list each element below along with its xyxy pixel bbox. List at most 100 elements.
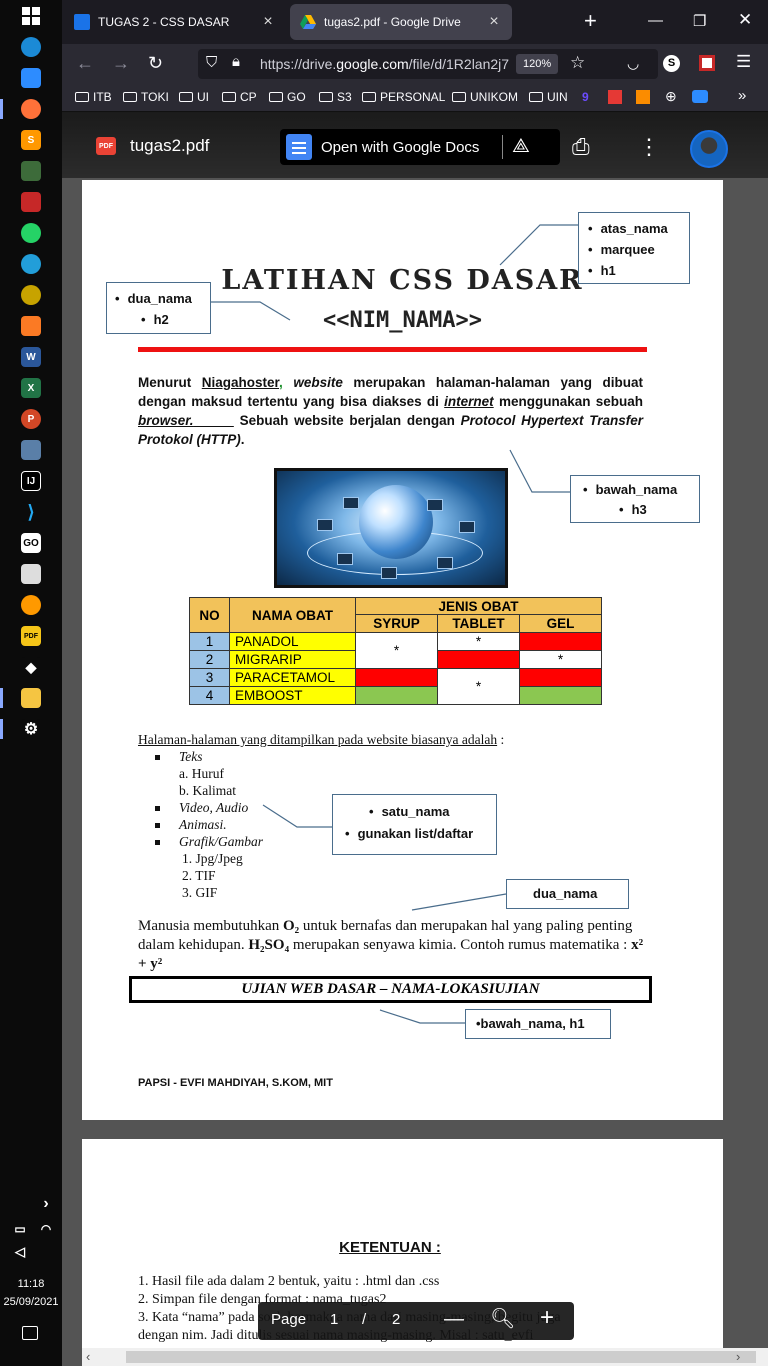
sublime-icon[interactable]: S (21, 130, 41, 150)
bookmark-home-icon[interactable] (608, 90, 622, 104)
bookmark-folder[interactable]: S3 (319, 90, 352, 104)
horizontal-scrollbar[interactable]: ‹ › (82, 1348, 768, 1366)
scrollbar-thumb[interactable] (126, 1351, 756, 1363)
bookmark-folder[interactable]: UIN (529, 90, 568, 104)
go-icon[interactable]: GO (21, 533, 41, 553)
more-options-icon[interactable]: ⋮ (638, 134, 660, 160)
print-icon[interactable]: ⎙ (572, 134, 590, 160)
shield-icon[interactable]: ⛉ (206, 54, 217, 71)
inkscape-icon[interactable]: ◆ (21, 657, 41, 677)
excel-icon[interactable]: X (21, 378, 41, 398)
user-avatar[interactable] (690, 130, 728, 168)
notification-icon[interactable] (22, 1326, 38, 1340)
add-to-drive-icon[interactable]: ⟁ (512, 135, 530, 158)
active-app-indicator (0, 99, 3, 119)
volume-icon[interactable]: ◁ (10, 1242, 30, 1262)
taskbar-time[interactable]: 11:18 (0, 1278, 62, 1290)
bookmark-star-icon[interactable]: ☆ (570, 53, 585, 73)
more-bookmarks-icon[interactable]: » (738, 87, 746, 104)
file-explorer-icon[interactable] (21, 688, 41, 708)
globe-icon[interactable]: ⊕ (665, 88, 677, 105)
chemistry-paragraph: Manusia membutuhkan O₂ untuk bernafas da… (138, 918, 644, 972)
pdf-app-icon[interactable]: PDF (21, 626, 41, 646)
cell-star: * (355, 632, 438, 669)
tab-google-drive[interactable]: tugas2.pdf - Google Drive × (290, 4, 512, 40)
callout-item: •bawah_nama, h1 (476, 1016, 585, 1031)
maximize-icon[interactable]: ❐ (693, 12, 706, 30)
folder-icon (269, 92, 283, 102)
close-tab-icon[interactable]: × (486, 13, 502, 31)
th-syrup: SYRUP (355, 614, 438, 633)
chevron-right-icon[interactable]: › (36, 1194, 56, 1214)
zoom-level[interactable]: 120% (516, 54, 559, 74)
bookmark-g-icon[interactable]: 9 (582, 90, 589, 104)
bookmark-app-icon[interactable] (636, 90, 650, 104)
tab-tugas2-css[interactable]: TUGAS 2 - CSS DASAR × (64, 4, 286, 40)
lock-icon[interactable]: 🔒︎ (232, 53, 240, 70)
cell-nama: PANADOL (229, 632, 356, 651)
windows-start-icon[interactable] (21, 6, 41, 26)
callout-item: marquee (588, 242, 655, 257)
bookmark-folder[interactable]: GO (269, 90, 306, 104)
camtasia-icon[interactable] (21, 161, 41, 181)
virtualbox-icon[interactable] (21, 440, 41, 460)
scroll-left-icon[interactable]: ‹ (86, 1349, 90, 1364)
word-icon[interactable]: W (21, 347, 41, 367)
url-text[interactable]: https://drive.google.com/file/d/1R2lan2j… (260, 56, 510, 72)
page-current[interactable]: 1 (330, 1311, 338, 1328)
th-tablet: TABLET (437, 614, 520, 633)
zoom-in-icon[interactable]: + (540, 1304, 554, 1332)
bookmark-folder[interactable]: UNIKOM (452, 90, 518, 104)
aws-icon[interactable] (21, 595, 41, 615)
bookmark-folder[interactable]: UI (179, 90, 209, 104)
scroll-right-icon[interactable]: › (736, 1349, 740, 1364)
telegram-icon[interactable] (21, 254, 41, 274)
minimize-icon[interactable]: — (648, 12, 663, 29)
new-tab-button[interactable]: + (584, 10, 597, 32)
bookmark-folder[interactable]: ITB (75, 90, 112, 104)
zoom-out-icon[interactable]: — (444, 1308, 464, 1331)
app-center-icon[interactable] (21, 564, 41, 584)
extension-icon[interactable] (699, 55, 715, 71)
callout-item: satu_nama (369, 804, 450, 819)
powerpoint-icon[interactable]: P (21, 409, 41, 429)
google-drive-icon (300, 14, 316, 30)
callout-bawah-h1: •bawah_nama, h1 (465, 1009, 611, 1039)
bookmark-folder[interactable]: TOKI (123, 90, 169, 104)
ketentuan-item: 1. Hasil file ada dalam 2 bentuk, yaitu … (138, 1274, 440, 1289)
forward-arrow-icon[interactable]: → (112, 53, 130, 73)
firefox-icon[interactable] (21, 99, 41, 119)
callout-dua-nama: dua_nama h2 (106, 282, 211, 334)
pocket-icon[interactable]: ◡ (627, 55, 639, 72)
browser-nav-bar: ← → ↻ ⛉ 🔒︎ https://drive.google.com/file… (62, 44, 768, 84)
url-bar[interactable]: ⛉ 🔒︎ https://drive.google.com/file/d/1R2… (198, 49, 658, 79)
close-tab-icon[interactable]: × (260, 13, 276, 31)
bookmark-zoom-icon[interactable] (692, 90, 708, 103)
back-arrow-icon[interactable]: ← (76, 53, 94, 73)
chrome-canary-icon[interactable] (21, 285, 41, 305)
bookmark-folder[interactable]: PERSONAL (362, 90, 445, 104)
table-row: 1 PANADOL * * (189, 632, 602, 669)
zoom-search-icon[interactable]: 🔍︎ (490, 1306, 515, 1331)
vscode-icon[interactable]: ⟩ (21, 502, 41, 522)
wifi-icon[interactable]: ◠ (36, 1219, 56, 1239)
cell-red (437, 650, 520, 669)
edge-icon[interactable] (21, 37, 41, 57)
taskbar-date[interactable]: 25/09/2021 (0, 1296, 62, 1308)
bookmark-folder[interactable]: CP (222, 90, 257, 104)
cell-red (519, 668, 602, 687)
open-with-docs-button[interactable]: Open with Google Docs ⟁ (280, 129, 560, 165)
settings-gear-icon[interactable]: ⚙ (21, 719, 41, 739)
reload-icon[interactable]: ↻ (148, 53, 163, 73)
whatsapp-icon[interactable] (21, 223, 41, 243)
xampp-icon[interactable] (21, 316, 41, 336)
intellij-icon[interactable]: IJ (21, 471, 41, 491)
extension-s-icon[interactable]: S (663, 55, 680, 72)
callout-satu-nama: satu_nama gunakan list/daftar (332, 794, 497, 855)
menu-icon[interactable]: ☰ (736, 52, 751, 72)
close-window-icon[interactable]: ✕ (738, 10, 752, 30)
zoom-icon[interactable] (21, 68, 41, 88)
battery-icon[interactable]: ▭ (10, 1219, 30, 1239)
wondershare-icon[interactable] (21, 192, 41, 212)
folder-icon (75, 92, 89, 102)
